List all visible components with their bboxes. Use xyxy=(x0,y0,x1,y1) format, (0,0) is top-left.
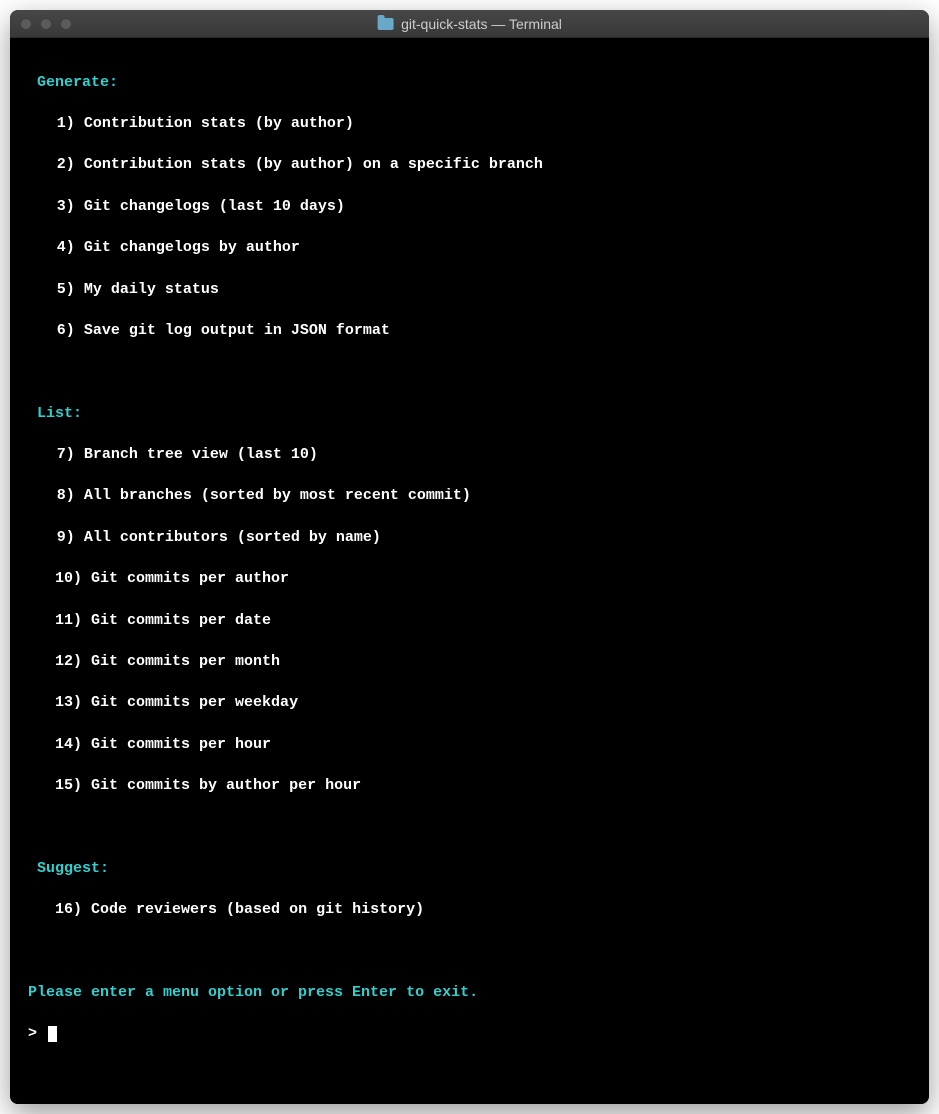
menu-item-10[interactable]: Git commits per author xyxy=(91,570,289,587)
terminal-window: git-quick-stats — Terminal Generate: 1) … xyxy=(10,10,929,1104)
menu-num: 2) xyxy=(55,155,75,176)
menu-num: 4) xyxy=(55,238,75,259)
prompt-text-b: press Enter to exit. xyxy=(298,984,478,1001)
menu-item-1[interactable]: Contribution stats (by author) xyxy=(84,115,354,132)
prompt-text-a: Please enter a menu option or xyxy=(28,984,298,1001)
menu-num: 1) xyxy=(55,114,75,135)
menu-num: 7) xyxy=(55,445,75,466)
minimize-button[interactable] xyxy=(40,18,52,30)
prompt-caret: > xyxy=(28,1025,46,1042)
window-title: git-quick-stats — Terminal xyxy=(401,16,562,32)
menu-num: 9) xyxy=(55,528,75,549)
menu-num: 3) xyxy=(55,197,75,218)
menu-item-6[interactable]: Save git log output in JSON format xyxy=(84,322,390,339)
menu-num: 16) xyxy=(55,900,82,921)
terminal-body[interactable]: Generate: 1) Contribution stats (by auth… xyxy=(10,38,929,1104)
section-header-list: List: xyxy=(37,405,82,422)
menu-item-5[interactable]: My daily status xyxy=(84,281,219,298)
menu-item-12[interactable]: Git commits per month xyxy=(91,653,280,670)
close-button[interactable] xyxy=(20,18,32,30)
menu-num: 6) xyxy=(55,321,75,342)
menu-item-2[interactable]: Contribution stats (by author) on a spec… xyxy=(84,156,543,173)
titlebar: git-quick-stats — Terminal xyxy=(10,10,929,38)
menu-item-7[interactable]: Branch tree view (last 10) xyxy=(84,446,318,463)
menu-num: 13) xyxy=(55,693,82,714)
traffic-lights xyxy=(20,18,72,30)
menu-item-14[interactable]: Git commits per hour xyxy=(91,736,271,753)
menu-num: 14) xyxy=(55,735,82,756)
menu-num: 8) xyxy=(55,486,75,507)
window-title-wrap: git-quick-stats — Terminal xyxy=(377,16,562,32)
maximize-button[interactable] xyxy=(60,18,72,30)
menu-item-4[interactable]: Git changelogs by author xyxy=(84,239,300,256)
menu-item-9[interactable]: All contributors (sorted by name) xyxy=(84,529,381,546)
menu-item-3[interactable]: Git changelogs (last 10 days) xyxy=(84,198,345,215)
menu-num: 11) xyxy=(55,611,82,632)
menu-item-11[interactable]: Git commits per date xyxy=(91,612,271,629)
menu-num: 10) xyxy=(55,569,82,590)
menu-num: 12) xyxy=(55,652,82,673)
menu-num: 5) xyxy=(55,280,75,301)
menu-item-15[interactable]: Git commits by author per hour xyxy=(91,777,361,794)
section-header-suggest: Suggest: xyxy=(37,860,109,877)
menu-num: 15) xyxy=(55,776,82,797)
folder-icon xyxy=(377,18,393,30)
section-header-generate: Generate: xyxy=(37,74,118,91)
menu-item-16[interactable]: Code reviewers (based on git history) xyxy=(91,901,424,918)
menu-item-8[interactable]: All branches (sorted by most recent comm… xyxy=(84,487,471,504)
cursor-icon xyxy=(48,1026,57,1042)
menu-item-13[interactable]: Git commits per weekday xyxy=(91,694,298,711)
